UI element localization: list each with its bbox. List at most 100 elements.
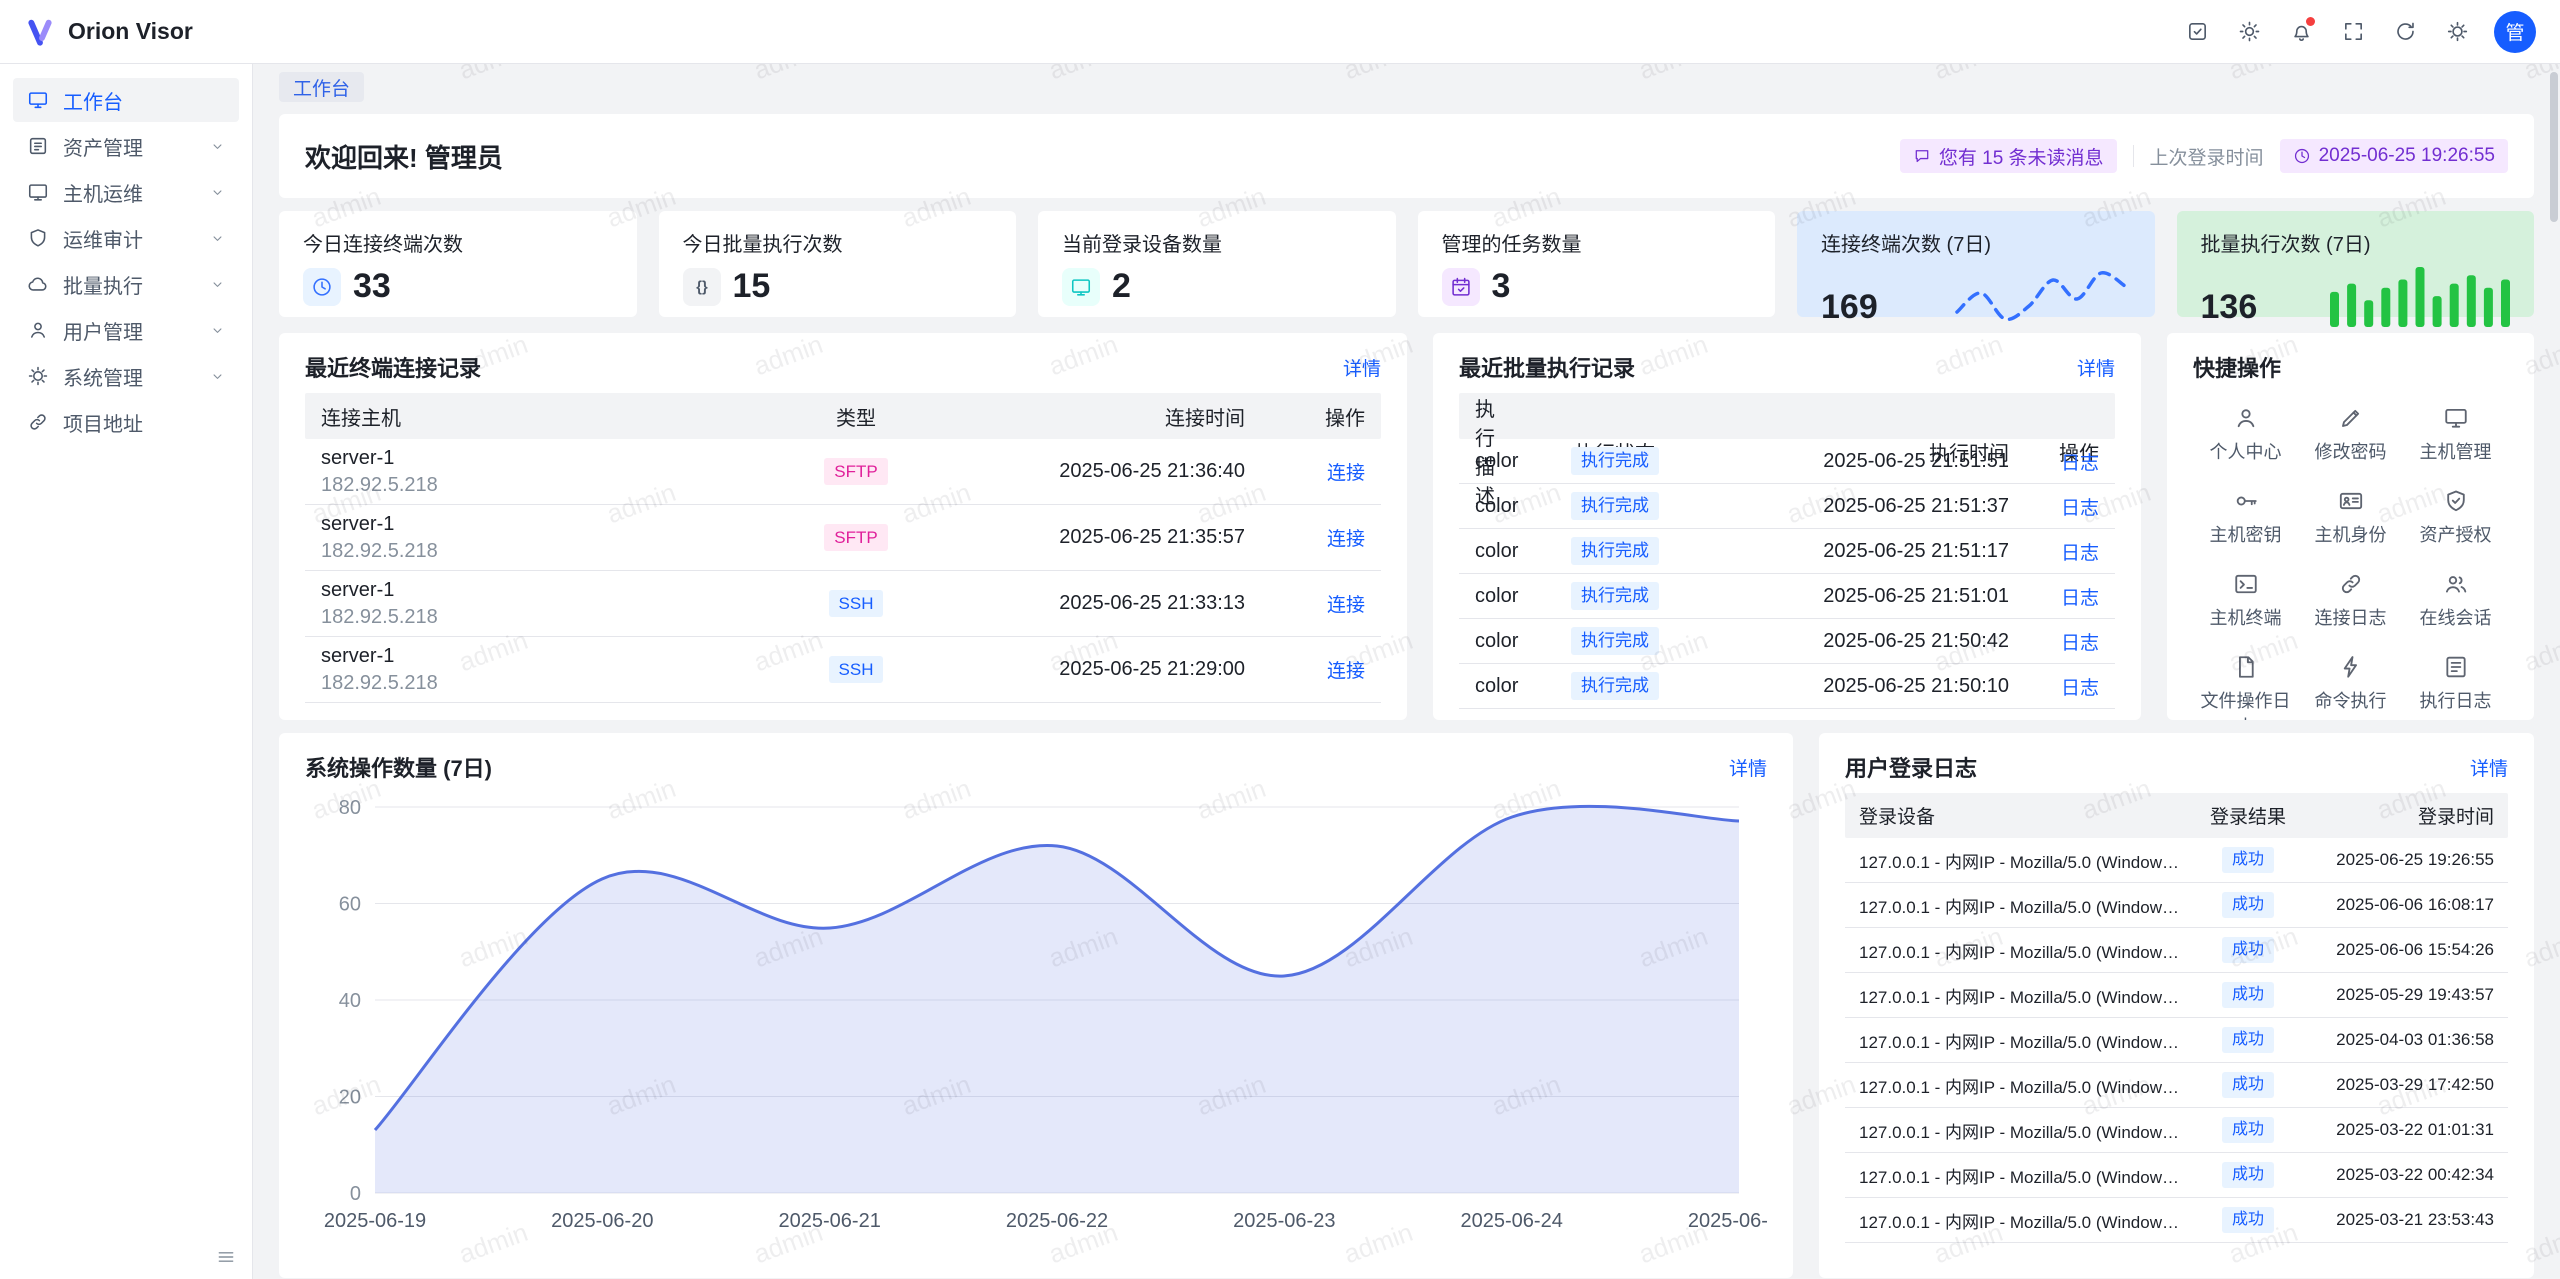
refresh-icon[interactable]: [2384, 11, 2426, 53]
login-device: 127.0.0.1 - 内网IP - Mozilla/5.0 (Windows …: [1845, 1163, 2193, 1188]
connect-link[interactable]: 连接: [1327, 463, 1365, 484]
sidebar-item[interactable]: 运维审计: [13, 216, 239, 260]
avatar[interactable]: 管: [2494, 11, 2536, 53]
quick-action-label: 主机身份: [2315, 521, 2387, 547]
sidebar-item-label: 项目地址: [63, 408, 143, 437]
sidebar-item-icon: [27, 273, 49, 295]
unread-messages-chip[interactable]: 您有 15 条未读消息: [1900, 139, 2117, 173]
log-link[interactable]: 日志: [2061, 543, 2099, 564]
quick-action-label: 资产授权: [2420, 521, 2492, 547]
quick-action[interactable]: 连接日志: [2298, 563, 2403, 638]
sidebar: 工作台 资产管理 主机运维 运维审计: [0, 64, 253, 1279]
status-badge: 执行完成: [1571, 447, 1659, 474]
terminal-records-panel: 最近终端连接记录 详情 连接主机 类型 连接时间 操作: [279, 333, 1407, 720]
quick-action[interactable]: 资产授权: [2403, 480, 2508, 555]
stat-label: 连接终端次数 (7日): [1821, 228, 2131, 257]
host-ip: 182.92.5.218: [321, 604, 765, 631]
terminal-detail-link[interactable]: 详情: [1343, 354, 1381, 381]
sidebar-item[interactable]: 用户管理: [13, 308, 239, 352]
quick-action-icon: [2233, 405, 2259, 431]
connect-link[interactable]: 连接: [1327, 595, 1365, 616]
log-link[interactable]: 日志: [2061, 633, 2099, 654]
stat-card-exec-today: 今日批量执行次数 15: [659, 211, 1017, 317]
log-link[interactable]: 日志: [2061, 498, 2099, 519]
theme-sun-icon[interactable]: [2228, 11, 2270, 53]
login-time: 2025-06-06 16:08:17: [2303, 895, 2508, 915]
quick-action-label: 修改密码: [2315, 438, 2387, 464]
col-time: 连接时间: [931, 402, 1261, 431]
sidebar-item-icon: [27, 319, 49, 341]
breadcrumb[interactable]: 工作台: [279, 72, 364, 102]
chevron-down-icon: [210, 139, 225, 154]
quick-action[interactable]: 命令执行: [2298, 646, 2403, 720]
host-name: server-1: [321, 643, 765, 670]
connect-time: 2025-06-25 21:29:00: [931, 658, 1261, 681]
monitor-icon: [1062, 268, 1100, 306]
login-time: 2025-06-06 15:54:26: [2303, 940, 2508, 960]
quick-action-label: 命令执行: [2315, 687, 2387, 713]
sidebar-item[interactable]: 资产管理: [13, 124, 239, 168]
stat-cards: 今日连接终端次数 33 今日批量执行次数 15 当前登录设备数量 2: [279, 211, 2534, 317]
table-row: color 执行完成 2025-06-25 21:51:37 日志: [1459, 484, 2115, 529]
svg-text:0: 0: [350, 1183, 361, 1205]
sidebar-collapse-icon[interactable]: [216, 1247, 236, 1267]
login-device: 127.0.0.1 - 内网IP - Mozilla/5.0 (Windows …: [1845, 1118, 2193, 1143]
fullscreen-icon[interactable]: [2332, 11, 2374, 53]
quick-action[interactable]: 在线会话: [2403, 563, 2508, 638]
svg-text:2025-06-24: 2025-06-24: [1461, 1210, 1563, 1232]
notification-bell-icon[interactable]: [2280, 11, 2322, 53]
svg-text:2025-06-20: 2025-06-20: [551, 1210, 653, 1232]
login-time: 2025-03-22 01:01:31: [2303, 1120, 2508, 1140]
panel-title: 最近批量执行记录: [1459, 351, 1635, 383]
settings-gear-icon[interactable]: [2436, 11, 2478, 53]
quick-action[interactable]: 主机终端: [2193, 563, 2298, 638]
svg-text:2025-06-23: 2025-06-23: [1233, 1210, 1335, 1232]
exec-time: 2025-06-25 21:51:51: [1715, 450, 2025, 473]
table-row: color 执行完成 2025-06-25 21:50:42 日志: [1459, 619, 2115, 664]
connect-link[interactable]: 连接: [1327, 661, 1365, 682]
chart-detail-link[interactable]: 详情: [1729, 754, 1767, 781]
stat-label: 今日批量执行次数: [683, 228, 993, 257]
connect-time: 2025-06-25 21:36:40: [931, 460, 1261, 483]
table-header: 连接主机 类型 连接时间 操作: [305, 393, 1381, 439]
sidebar-item[interactable]: 系统管理: [13, 354, 239, 398]
quick-action[interactable]: 主机管理: [2403, 397, 2508, 472]
log-link[interactable]: 日志: [2061, 588, 2099, 609]
batch-rows: color 执行完成 2025-06-25 21:51:51 日志 color …: [1459, 439, 2115, 709]
square-check-icon[interactable]: [2176, 11, 2218, 53]
svg-text:2025-06-25: 2025-06-25: [1688, 1210, 1767, 1232]
batch-detail-link[interactable]: 详情: [2077, 354, 2115, 381]
scrollbar[interactable]: [2550, 72, 2558, 222]
sidebar-item[interactable]: 工作台: [13, 78, 239, 122]
quick-action[interactable]: 主机密钥: [2193, 480, 2298, 555]
quick-action-label: 主机管理: [2420, 438, 2492, 464]
log-link[interactable]: 日志: [2061, 678, 2099, 699]
login-time: 2025-06-25 19:26:55: [2303, 850, 2508, 870]
protocol-badge: SFTP: [824, 458, 887, 485]
quick-action[interactable]: 文件操作日志: [2193, 646, 2298, 720]
sidebar-item-label: 工作台: [63, 86, 123, 115]
svg-text:2025-06-19: 2025-06-19: [324, 1210, 426, 1232]
table-row: 127.0.0.1 - 内网IP - Mozilla/5.0 (Windows …: [1845, 1153, 2508, 1198]
quick-action[interactable]: 主机身份: [2298, 480, 2403, 555]
log-link[interactable]: 日志: [2061, 453, 2099, 474]
quick-action[interactable]: 执行日志: [2403, 646, 2508, 720]
stat-value: 15: [733, 267, 771, 306]
login-detail-link[interactable]: 详情: [2470, 754, 2508, 781]
svg-text:2025-06-22: 2025-06-22: [1006, 1210, 1108, 1232]
sidebar-item[interactable]: 主机运维: [13, 170, 239, 214]
connect-time: 2025-06-25 21:33:13: [931, 592, 1261, 615]
quick-action[interactable]: 个人中心: [2193, 397, 2298, 472]
quick-action-icon: [2443, 571, 2469, 597]
topbar-actions: 管: [2176, 11, 2536, 53]
app-logo[interactable]: Orion Visor: [24, 16, 193, 48]
quick-actions-grid: 个人中心 修改密码 主机管理: [2193, 397, 2508, 720]
connect-link[interactable]: 连接: [1327, 529, 1365, 550]
panel-title: 系统操作数量 (7日): [305, 751, 492, 783]
task-calendar-icon: [1442, 268, 1480, 306]
sidebar-item[interactable]: 项目地址: [13, 400, 239, 444]
quick-action[interactable]: 修改密码: [2298, 397, 2403, 472]
sidebar-item-icon: [27, 89, 49, 111]
quick-action-icon: [2338, 405, 2364, 431]
sidebar-item[interactable]: 批量执行: [13, 262, 239, 306]
